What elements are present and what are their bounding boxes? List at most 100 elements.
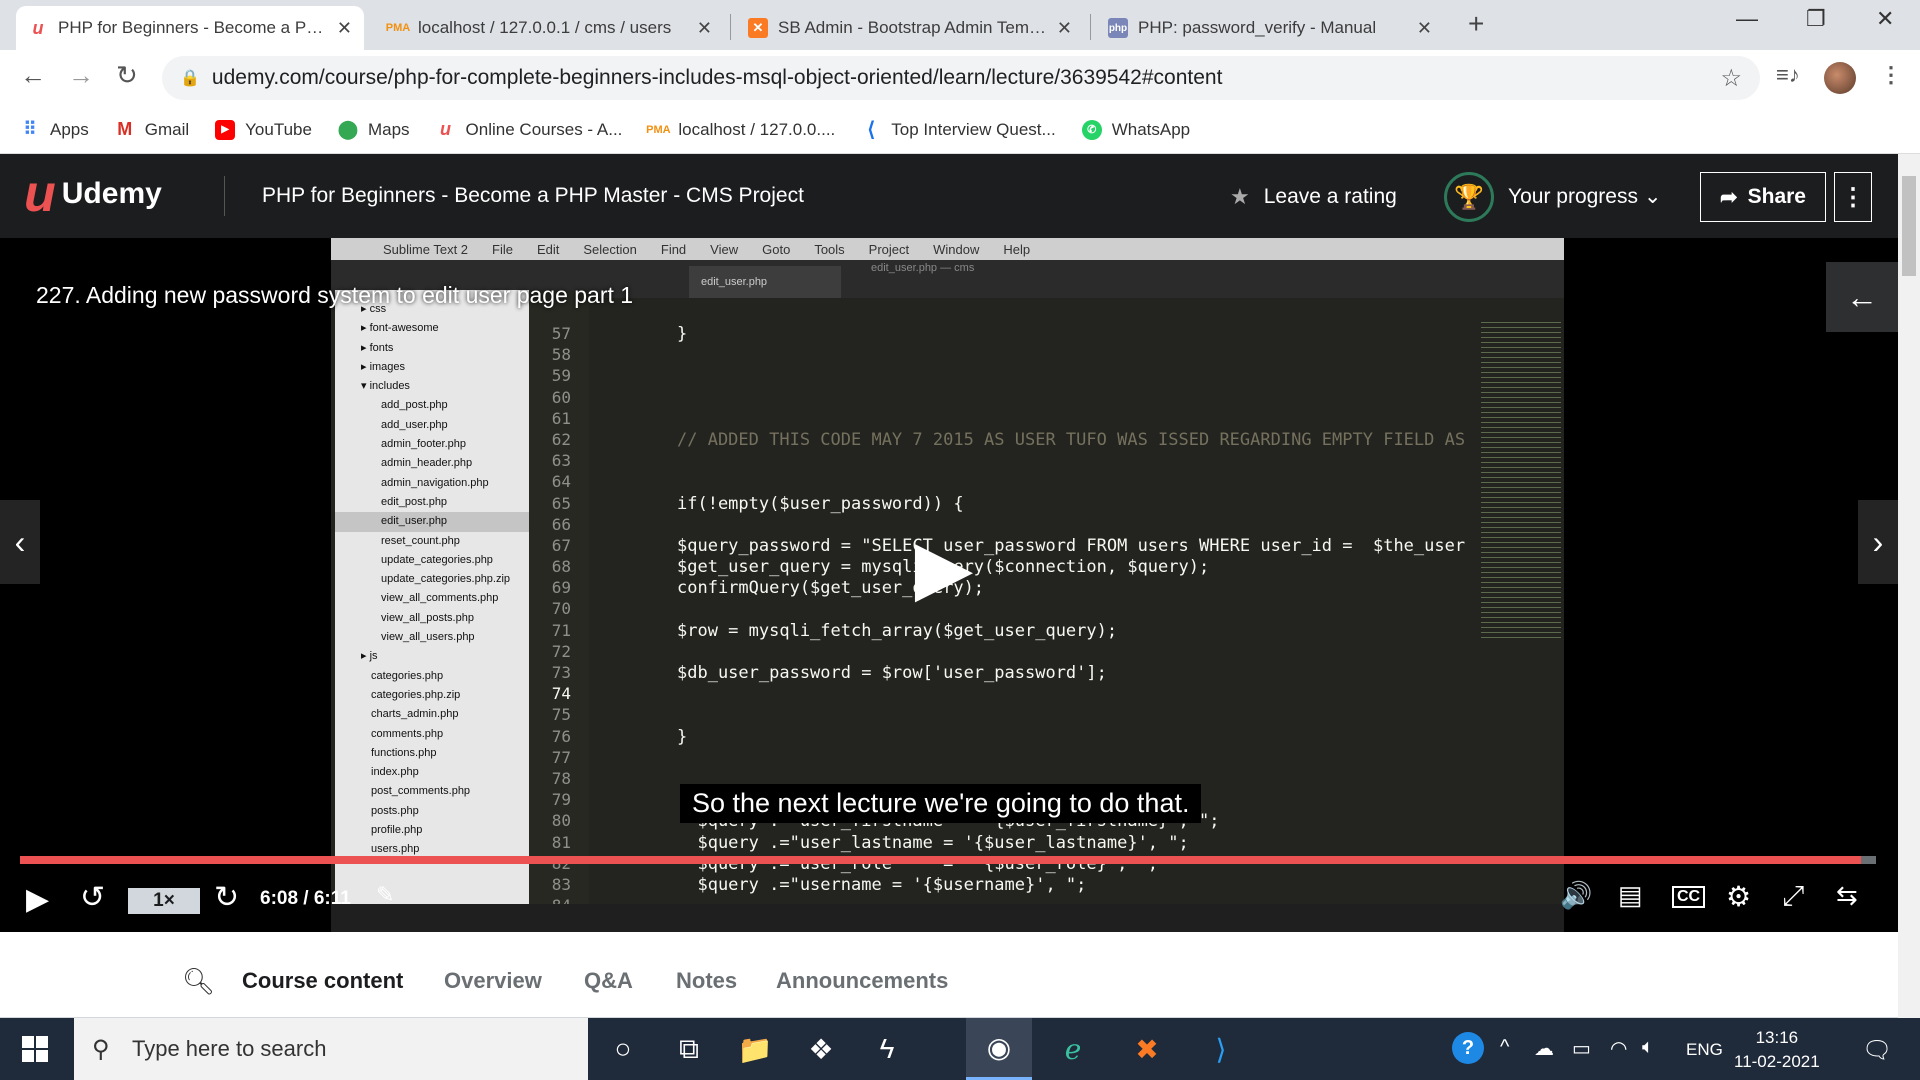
page-scrollbar[interactable] <box>1898 154 1920 1018</box>
browser-tab-sb-admin[interactable]: ✕ SB Admin - Bootstrap Admin Template ✕ <box>736 6 1084 50</box>
video-player[interactable]: Sublime Text 2 File Edit Selection Find View G… <box>0 238 1898 932</box>
restore-button[interactable]: ❐ <box>1806 6 1826 32</box>
previous-lecture-arrow[interactable]: ‹ <box>0 500 40 584</box>
tab-course-content[interactable]: Course content <box>242 968 403 994</box>
notification-icon[interactable]: 🗨︎ <box>1862 1036 1892 1065</box>
cortana-icon[interactable]: ○ <box>590 1018 656 1080</box>
bookmark-label: Apps <box>50 119 89 139</box>
bookmark-udemy[interactable]: u Online Courses - A... <box>436 119 622 140</box>
wifi-icon[interactable]: ◠ <box>1610 1036 1627 1061</box>
profile-avatar[interactable] <box>1824 62 1856 94</box>
tab-overview[interactable]: Overview <box>444 968 542 994</box>
line-number: 58 <box>551 345 571 365</box>
battery-icon[interactable]: ▭ <box>1572 1036 1591 1061</box>
tree-item: admin_header.php <box>381 457 473 470</box>
bookmark-youtube[interactable]: ▶ YouTube <box>215 119 312 140</box>
tree-item: post_comments.php <box>371 785 471 798</box>
address-bar[interactable]: 🔒 udemy.com/course/php-for-complete-begi… <box>162 56 1760 100</box>
tree-item: add_user.php <box>381 418 448 431</box>
next-lecture-arrow[interactable]: › <box>1858 500 1898 584</box>
chrome-icon[interactable]: ◉ <box>966 1018 1032 1080</box>
bookmark-interview[interactable]: ⟨ Top Interview Quest... <box>861 119 1055 141</box>
sublime-icon[interactable]: ϟ <box>854 1018 920 1080</box>
browser-tab-php-manual[interactable]: php PHP: password_verify - Manual ✕ <box>1096 6 1444 50</box>
onedrive-icon[interactable]: ☁ <box>1534 1036 1554 1061</box>
line-number: 59 <box>551 366 571 386</box>
vscode-icon[interactable]: ⟩ <box>1188 1018 1254 1080</box>
transcript-icon[interactable]: ▤ <box>1618 880 1643 911</box>
editor-window-title: edit_user.php — cms <box>871 262 975 274</box>
udemy-logo[interactable]: u Udemy <box>24 168 162 220</box>
windows-start-icon[interactable] <box>22 1036 48 1062</box>
close-icon[interactable]: ✕ <box>337 18 352 39</box>
volume-icon[interactable]: 🔊 <box>1560 880 1592 911</box>
system-clock[interactable]: 13:16 11-02-2021 <box>1734 1026 1820 1074</box>
bookmark-maps[interactable]: ⬤ Maps <box>338 119 410 140</box>
tab-notes[interactable]: Notes <box>676 968 737 994</box>
browser-tab-phpmyadmin[interactable]: PMA localhost / 127.0.0.1 / cms / users … <box>376 6 724 50</box>
share-button[interactable]: ➦ Share <box>1700 172 1826 222</box>
browser-tab-udemy[interactable]: u PHP for Beginners - Become a PHP Maste… <box>16 6 364 50</box>
taskbar-search[interactable]: ⚲ Type here to search <box>74 1018 588 1080</box>
tree-item: functions.php <box>371 746 437 759</box>
forward-icon[interactable]: ↻ <box>214 880 239 915</box>
leave-rating-button[interactable]: ★ Leave a rating <box>1230 184 1397 210</box>
xampp-icon[interactable]: ✖ <box>1114 1018 1180 1080</box>
close-icon[interactable]: ✕ <box>1417 18 1432 39</box>
tab-qa[interactable]: Q&A <box>584 968 633 994</box>
tree-item: update_categories.php.zip <box>381 573 511 586</box>
playback-speed-button[interactable]: 1× <box>128 888 200 914</box>
bookmark-apps[interactable]: ⠿ Apps <box>20 119 89 140</box>
expand-icon[interactable]: ⇆ <box>1836 880 1858 911</box>
bookmark-star-icon[interactable]: ☆ <box>1720 64 1742 93</box>
captions-icon[interactable]: CC <box>1672 886 1706 908</box>
new-tab-button[interactable]: + <box>1468 8 1484 40</box>
url-text: udemy.com/course/php-for-complete-beginn… <box>211 66 1223 89</box>
rewind-icon[interactable]: ↺ <box>80 880 105 915</box>
your-progress-button[interactable]: Your progress ⌄ <box>1508 184 1661 209</box>
time-display: 6:08 / 6:11 <box>260 888 351 909</box>
settings-gear-icon[interactable]: ⚙ <box>1726 880 1751 913</box>
window-close-button[interactable]: ✕ <box>1876 6 1894 32</box>
bookmark-gmail[interactable]: M Gmail <box>115 119 189 140</box>
search-icon[interactable]: 🔍︎ <box>182 966 215 997</box>
dropbox-icon[interactable]: ❖ <box>788 1018 854 1080</box>
video-progress-bar[interactable] <box>20 856 1876 864</box>
scrollbar-thumb[interactable] <box>1902 176 1916 276</box>
bookmark-localhost[interactable]: PMA localhost / 127.0.0.... <box>646 120 835 140</box>
bookmark-note-icon[interactable]: ✎ <box>376 882 394 908</box>
line-number: 73 <box>551 663 571 682</box>
reload-icon[interactable]: ↻ <box>116 60 138 91</box>
tab-announcements[interactable]: Announcements <box>776 968 948 994</box>
tree-item: view_all_comments.php <box>381 592 499 605</box>
editor-menu-item: Window <box>933 241 980 257</box>
play-icon[interactable]: ▶ <box>26 882 49 917</box>
edge-icon[interactable]: ℯ <box>1040 1018 1106 1080</box>
task-view-icon[interactable]: ⧉ <box>656 1018 722 1080</box>
course-title[interactable]: PHP for Beginners - Become a PHP Master … <box>262 184 804 208</box>
chevron-up-icon[interactable]: ^ <box>1500 1036 1509 1059</box>
tree-item: add_post.php <box>381 399 448 412</box>
browser-toolbar: ← → ↻ 🔒 udemy.com/course/php-for-complet… <box>0 50 1920 106</box>
more-options-button[interactable]: ⋮ <box>1834 172 1872 222</box>
apps-grid-icon: ⠿ <box>23 119 37 139</box>
play-overlay-icon[interactable]: ▶ <box>894 516 994 616</box>
bookmark-whatsapp[interactable]: ✆ WhatsApp <box>1081 119 1190 140</box>
editor-menu-item: Edit <box>536 241 560 257</box>
forward-arrow-icon[interactable]: → <box>68 60 94 91</box>
minimize-button[interactable]: — <box>1736 6 1758 32</box>
media-control-icon[interactable]: ≡♪ <box>1776 62 1800 88</box>
speaker-icon[interactable]: 🔈︎ <box>1642 1036 1654 1059</box>
help-icon[interactable]: ? <box>1452 1032 1484 1064</box>
close-icon[interactable]: ✕ <box>1057 18 1072 39</box>
back-arrow-icon[interactable]: ← <box>1826 262 1898 332</box>
editor-menu-item: File <box>492 241 513 257</box>
chrome-menu-icon[interactable]: ⋮ <box>1880 62 1902 88</box>
code-line: } <box>677 726 688 747</box>
file-explorer-icon[interactable]: 📁 <box>722 1018 788 1080</box>
language-indicator[interactable]: ENG <box>1686 1040 1723 1060</box>
back-arrow-icon[interactable]: ← <box>20 60 46 91</box>
close-icon[interactable]: ✕ <box>697 18 712 39</box>
fullscreen-icon[interactable]: ⤢ <box>1782 880 1804 913</box>
